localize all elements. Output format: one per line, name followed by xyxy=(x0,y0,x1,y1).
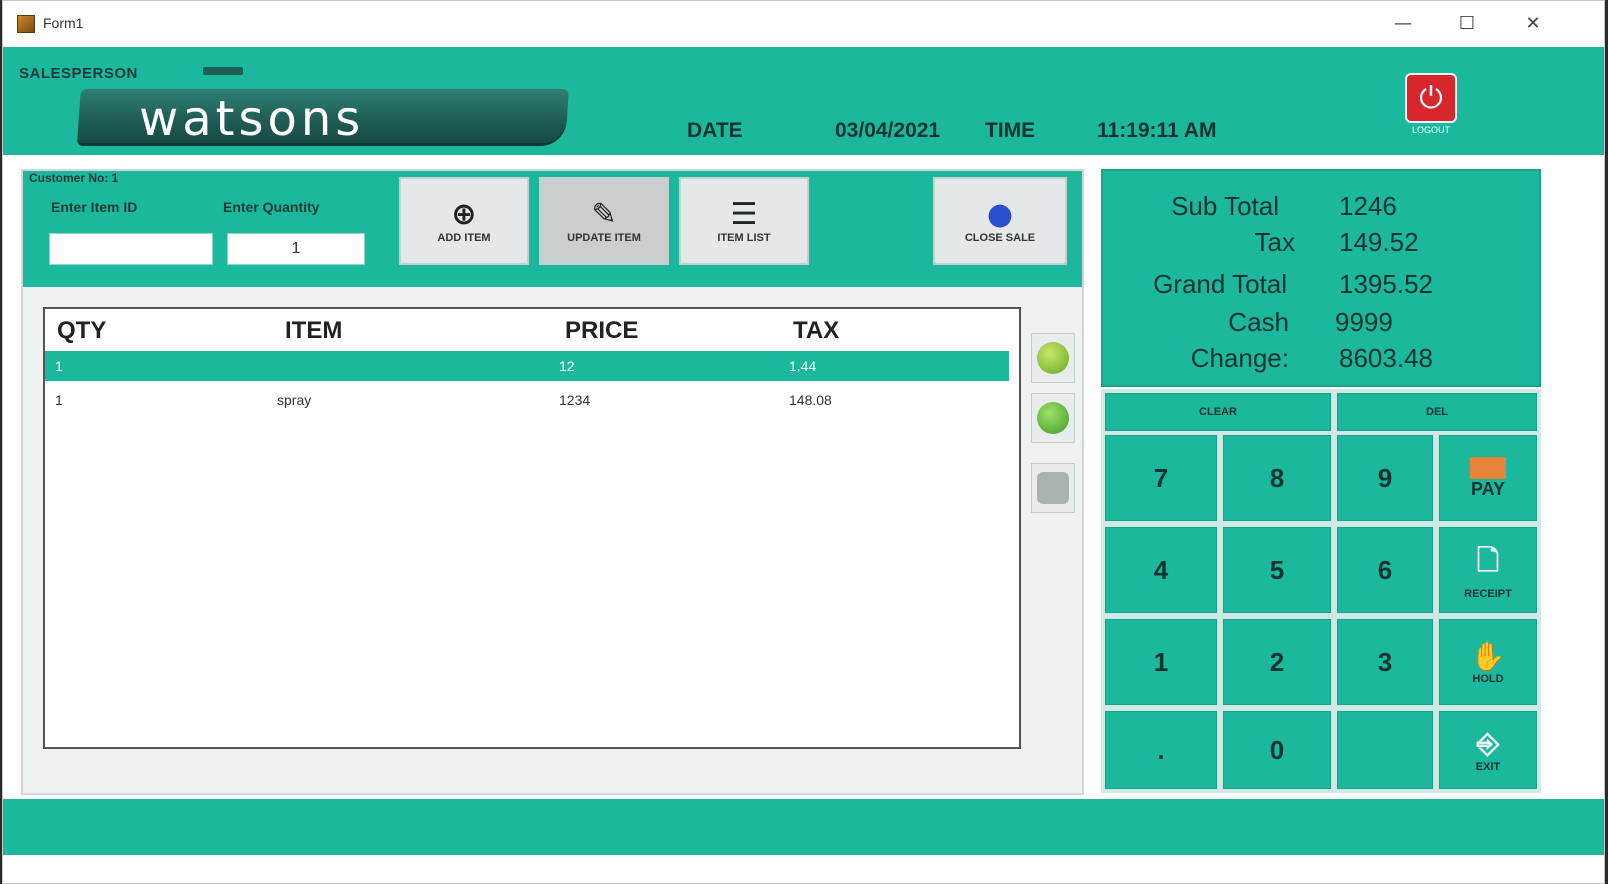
close-button[interactable]: ✕ xyxy=(1513,9,1553,39)
cell-qty: 1 xyxy=(55,392,63,408)
change-label: Change: xyxy=(1190,343,1289,373)
hold-button[interactable]: ✋ HOLD xyxy=(1439,619,1537,705)
list-icon: ☰ xyxy=(730,197,758,232)
minimize-button[interactable]: — xyxy=(1383,9,1423,39)
date-value: 03/04/2021 xyxy=(835,119,941,142)
document-icon: 🗋 xyxy=(1476,544,1500,577)
hand-icon: ✋ xyxy=(1470,639,1506,673)
app-icon xyxy=(17,15,35,33)
cell-qty: 1 xyxy=(55,358,63,374)
key-1[interactable]: 1 xyxy=(1105,619,1217,705)
cell-tax: 148.08 xyxy=(789,392,832,408)
green-circle-icon xyxy=(1037,402,1069,434)
item-list-button[interactable]: ☰ ITEM LIST xyxy=(679,177,809,265)
customer-label: Customer No: 1 xyxy=(29,171,119,185)
table-row[interactable]: 1 spray 1234 148.08 xyxy=(45,385,1009,415)
order-panel: Customer No: 1 Enter Item ID Enter Quant… xyxy=(21,169,1084,795)
grand-total-value: 1395.52 xyxy=(1339,269,1433,299)
exit-label: EXIT xyxy=(1475,761,1501,773)
scroll-down-button[interactable] xyxy=(1031,393,1075,443)
cash-label: Cash xyxy=(1228,307,1289,337)
order-grid: QTY ITEM PRICE TAX 1 12 1.44 1 spray 123… xyxy=(43,307,1021,749)
status-bar xyxy=(3,799,1604,855)
salesperson-label: SALESPERSON xyxy=(19,65,138,82)
column-header-tax: TAX xyxy=(793,317,840,344)
subtotal-label: Sub Total xyxy=(1171,191,1279,221)
column-header-item: ITEM xyxy=(285,317,343,344)
pencil-icon: ✎ xyxy=(591,197,617,232)
hold-label: HOLD xyxy=(1472,672,1504,685)
exit-door-icon: ⎆ xyxy=(1476,727,1500,760)
add-circle-icon: ⊕ xyxy=(451,197,477,232)
receipt-button[interactable]: 🗋 RECEIPT xyxy=(1439,527,1537,613)
keypad: CLEAR DEL 7 8 9 4 5 6 1 2 3 . 0 PAY 🗋 RE… xyxy=(1101,389,1541,793)
grand-total-label: Grand Total xyxy=(1153,269,1287,299)
pay-label: PAY xyxy=(1470,478,1506,499)
totals-panel: Sub Total 1246 Tax 149.52 Grand Total 13… xyxy=(1101,169,1541,387)
time-value: 11:19:11 AM xyxy=(1097,119,1217,142)
item-list-label: ITEM LIST xyxy=(717,232,771,244)
item-id-label: Enter Item ID xyxy=(51,199,138,215)
key-0[interactable]: 0 xyxy=(1223,711,1331,789)
add-item-button[interactable]: ⊕ ADD ITEM xyxy=(399,177,529,265)
update-item-label: UPDATE ITEM xyxy=(567,232,641,244)
window-title: Form1 xyxy=(43,15,84,31)
scroll-up-button[interactable] xyxy=(1031,333,1075,383)
add-item-label: ADD ITEM xyxy=(437,232,491,244)
remove-line-button[interactable] xyxy=(1031,463,1075,513)
change-value: 8603.48 xyxy=(1339,343,1433,373)
maximize-button[interactable]: ☐ xyxy=(1447,9,1487,39)
entry-strip: Customer No: 1 Enter Item ID Enter Quant… xyxy=(23,171,1082,287)
cash-value: 9999 xyxy=(1335,307,1393,337)
stop-icon xyxy=(1037,472,1069,504)
pos-window: Form1 — ☐ ✕ SALESPERSON watsons DATE 03/… xyxy=(2,0,1605,884)
update-item-button[interactable]: ✎ UPDATE ITEM xyxy=(539,177,669,265)
delete-button[interactable]: DEL xyxy=(1337,393,1537,431)
close-sale-button[interactable]: ● CLOSE SALE xyxy=(933,177,1067,265)
green-circle-icon xyxy=(1037,342,1069,374)
title-bar: Form1 — ☐ ✕ xyxy=(3,1,1604,47)
key-4[interactable]: 4 xyxy=(1105,527,1217,613)
salesperson-value xyxy=(203,67,243,75)
quantity-label: Enter Quantity xyxy=(223,199,320,215)
key-2[interactable]: 2 xyxy=(1223,619,1331,705)
power-icon: ⏻ xyxy=(1405,73,1457,123)
cell-item: spray xyxy=(277,392,312,408)
key-3[interactable]: 3 xyxy=(1337,619,1433,705)
cell-price: 12 xyxy=(559,358,575,374)
cell-price: 1234 xyxy=(559,392,591,408)
brand-logo: watsons xyxy=(139,91,365,147)
close-sale-label: CLOSE SALE xyxy=(964,232,1036,244)
key-dot[interactable]: . xyxy=(1105,711,1217,789)
tax-label: Tax xyxy=(1254,227,1295,257)
key-6[interactable]: 6 xyxy=(1337,527,1433,613)
key-5[interactable]: 5 xyxy=(1223,527,1331,613)
pay-button[interactable]: PAY xyxy=(1439,435,1537,521)
key-7[interactable]: 7 xyxy=(1105,435,1217,521)
key-8[interactable]: 8 xyxy=(1223,435,1331,521)
wallet-icon xyxy=(1470,456,1506,479)
logout-button[interactable]: ⏻ LOGOUT xyxy=(1403,73,1459,137)
quantity-input[interactable] xyxy=(227,233,365,265)
tax-value: 149.52 xyxy=(1339,227,1419,257)
exit-button[interactable]: ⎆ EXIT xyxy=(1439,711,1537,789)
cell-tax: 1.44 xyxy=(789,358,817,374)
item-id-input[interactable] xyxy=(49,233,213,265)
header-bar: SALESPERSON watsons DATE 03/04/2021 TIME… xyxy=(3,47,1604,155)
receipt-circle-icon: ● xyxy=(986,197,1014,232)
key-blank[interactable] xyxy=(1337,711,1433,789)
logout-label: LOGOUT xyxy=(1411,125,1450,135)
time-label: TIME xyxy=(985,119,1036,142)
column-header-price: PRICE xyxy=(565,317,639,344)
receipt-label: RECEIPT xyxy=(1464,588,1512,600)
date-label: DATE xyxy=(687,119,743,142)
subtotal-value: 1246 xyxy=(1339,191,1397,221)
key-9[interactable]: 9 xyxy=(1337,435,1433,521)
table-row[interactable]: 1 12 1.44 xyxy=(45,351,1009,381)
column-header-qty: QTY xyxy=(57,317,107,344)
clear-button[interactable]: CLEAR xyxy=(1105,393,1331,431)
